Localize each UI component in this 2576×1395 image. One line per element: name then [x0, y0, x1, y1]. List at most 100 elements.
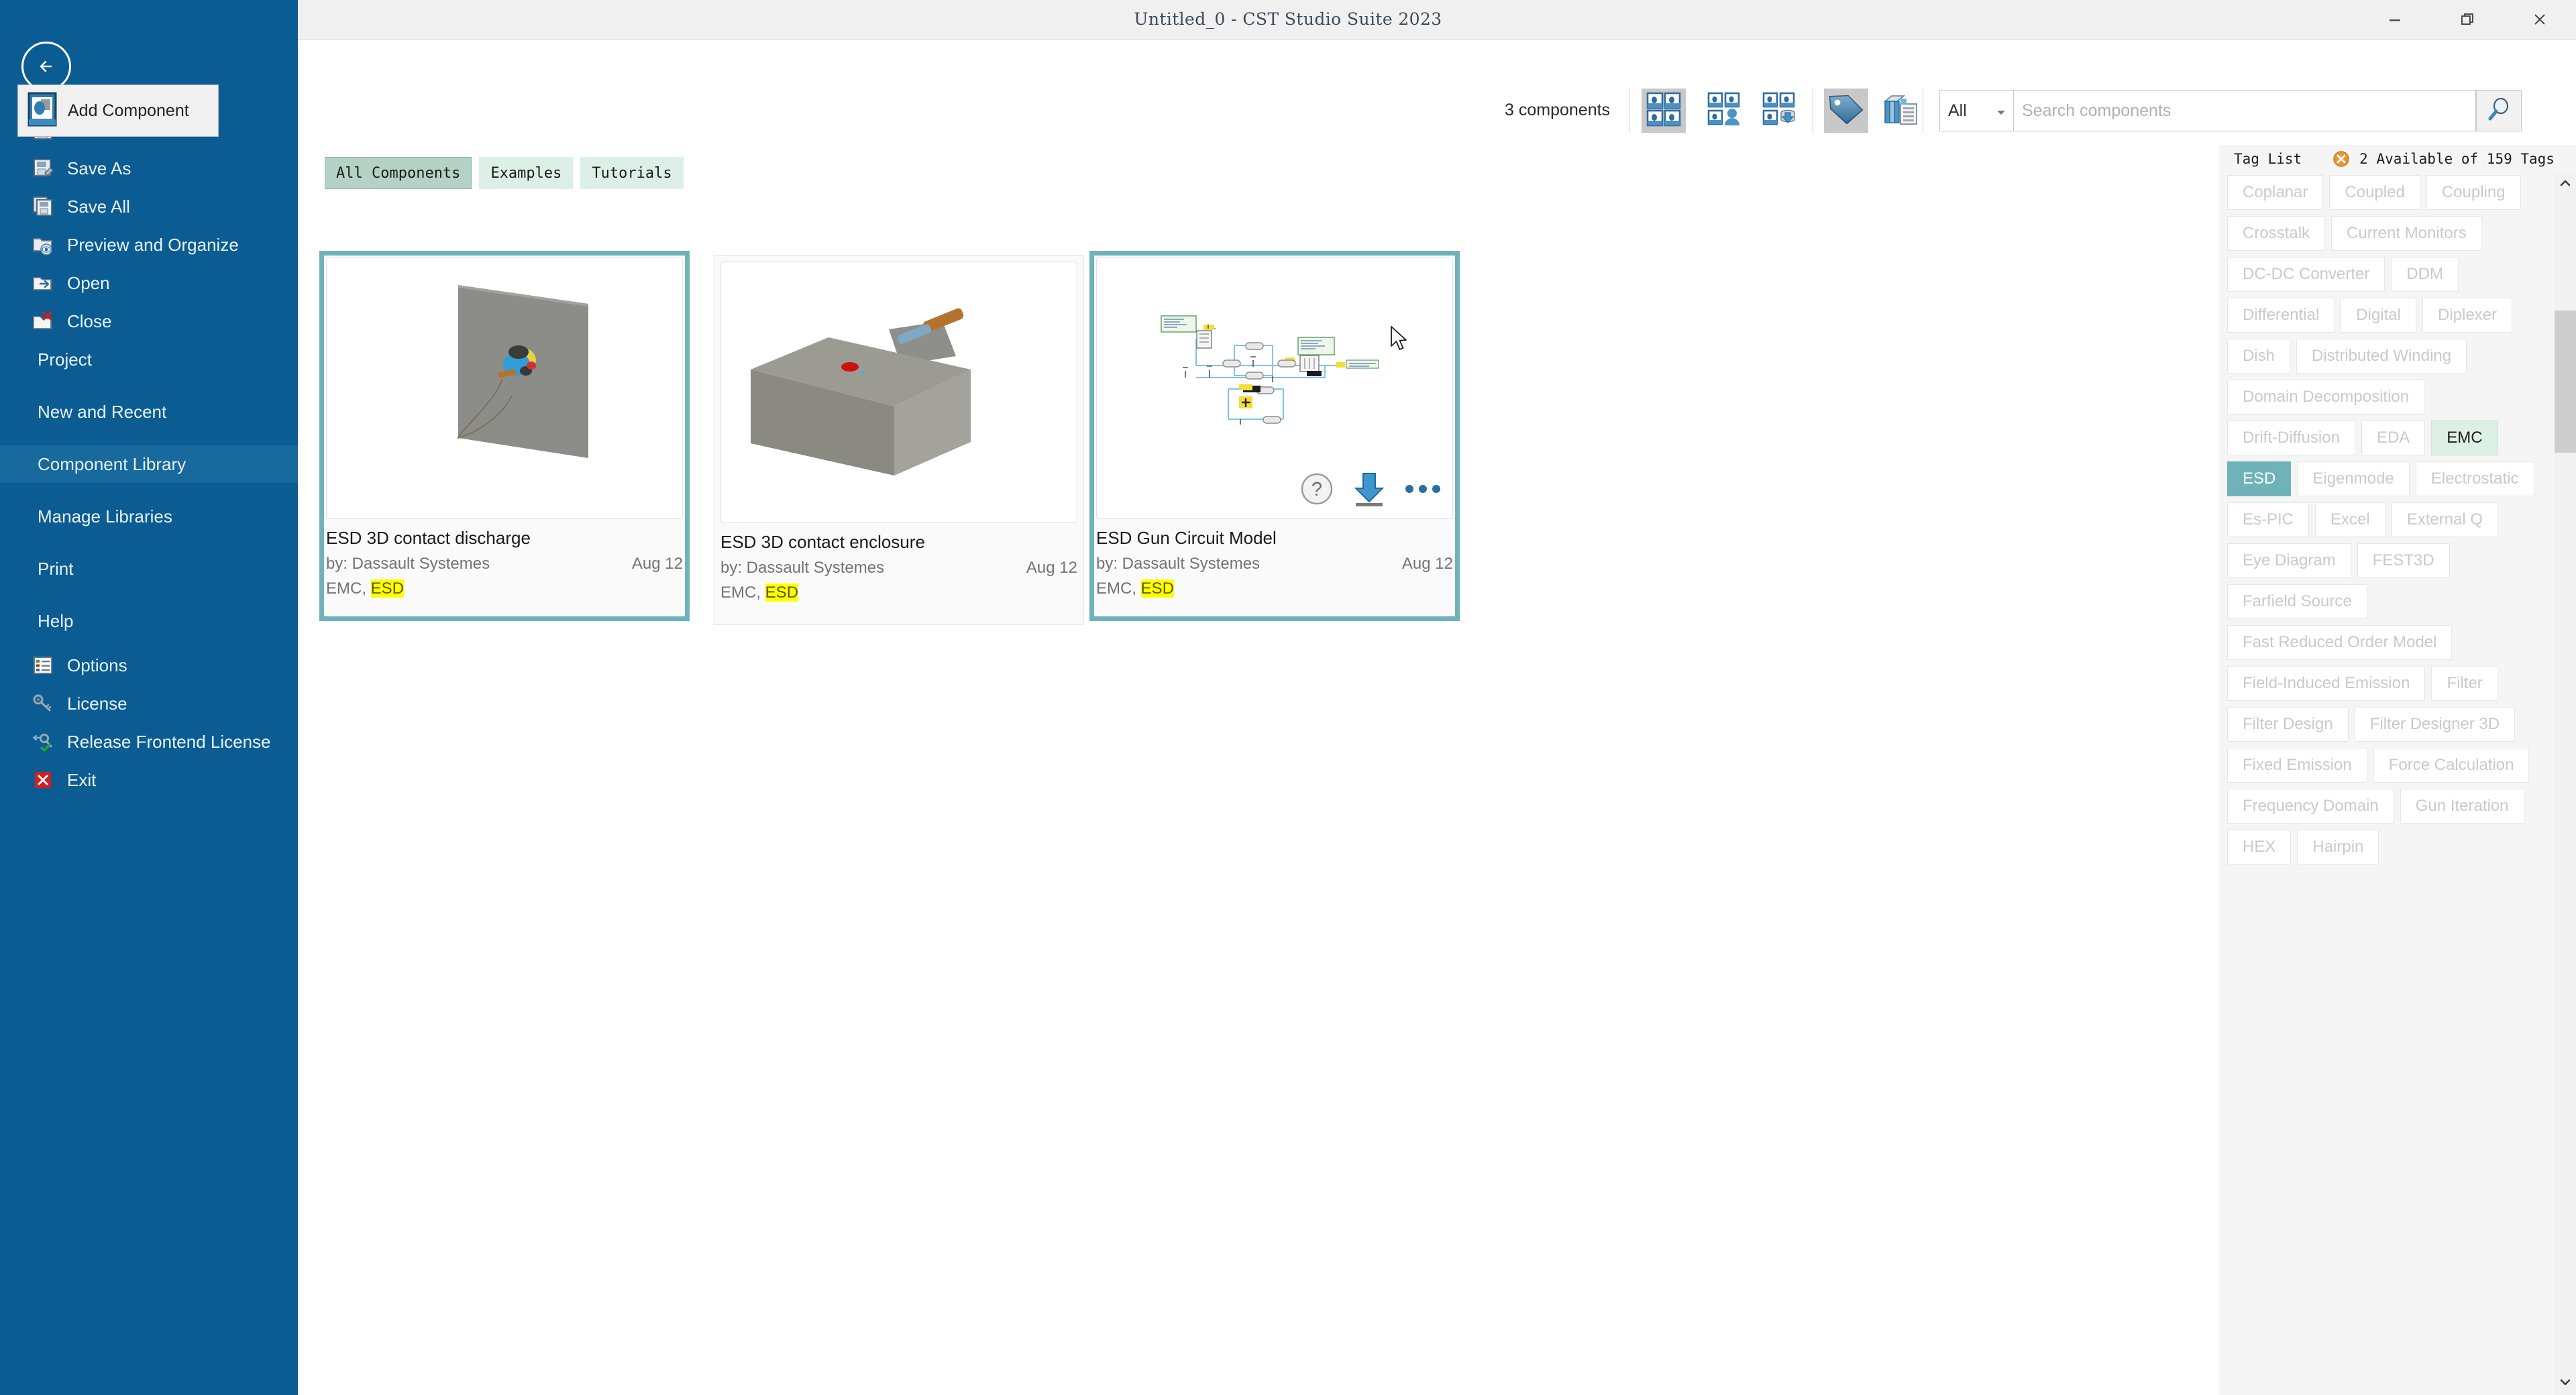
tag-button[interactable]: ESD — [2227, 461, 2291, 496]
sidebar-item-exit[interactable]: Exit — [0, 761, 298, 799]
scroll-down-button[interactable] — [2555, 1372, 2576, 1395]
tab-examples[interactable]: Examples — [479, 157, 573, 189]
more-button[interactable] — [1404, 483, 1442, 498]
component-card-author: by: Dassault Systemes — [326, 555, 490, 573]
tag-button: Eye Diagram — [2227, 543, 2351, 578]
view-grid-button[interactable] — [1642, 89, 1686, 133]
scrollbar-thumb[interactable] — [2555, 311, 2576, 453]
sidebar-item-save-as[interactable]: Save As — [0, 150, 298, 187]
key-release-icon — [28, 730, 58, 754]
sidebar-item-options[interactable]: Options — [0, 647, 298, 684]
component-card-tag-highlight: ESD — [1141, 579, 1174, 598]
component-card-title: ESD Gun Circuit Model — [1096, 528, 1453, 549]
component-card-tag-prefix: EMC, — [720, 583, 765, 602]
tab-all-components[interactable]: All Components — [325, 157, 472, 189]
tag-button: Hairpin — [2297, 830, 2379, 864]
component-card[interactable]: ESD 3D contact discharge by: Dassault Sy… — [319, 251, 690, 621]
sidebar-item-label: Manage Libraries — [38, 506, 172, 527]
component-card-tags: EMC, ESD — [1096, 579, 1453, 598]
view-downloaded-button[interactable] — [1758, 89, 1802, 133]
component-card-tags: EMC, ESD — [720, 583, 1077, 602]
chevron-down-icon — [2559, 1378, 2571, 1390]
sidebar-item-new-and-recent[interactable]: New and Recent — [0, 393, 298, 431]
title-bar: Untitled_0 - CST Studio Suite 2023 — [0, 0, 2576, 39]
esd-gun-circuit-schematic-thumbnail: ? — [1096, 258, 1453, 519]
download-button[interactable] — [1352, 471, 1387, 510]
tag-button[interactable]: EMC — [2431, 421, 2498, 455]
tag-button: Coupled — [2329, 175, 2420, 210]
chevron-up-icon — [2559, 178, 2571, 190]
search-button[interactable] — [2476, 90, 2522, 131]
tag-button: Domain Decomposition — [2227, 380, 2424, 414]
sidebar-item-save-all[interactable]: Save All — [0, 188, 298, 225]
tag-button: Crosstalk — [2227, 216, 2325, 251]
arrow-left-icon — [32, 52, 60, 80]
svg-text:?: ? — [1311, 479, 1322, 500]
tag-list: CoplanarCoupledCouplingCrosstalkCurrent … — [2219, 173, 2555, 864]
tag-button: Diplexer — [2422, 298, 2512, 333]
tag-button: Fixed Emission — [2227, 748, 2367, 783]
grid-view-icon — [1646, 91, 1682, 131]
sidebar-item-open[interactable]: Open — [0, 264, 298, 302]
tag-scrollbar[interactable] — [2555, 173, 2576, 1395]
filter-select-value: All — [1948, 101, 1967, 121]
sidebar-item-release-frontend-license[interactable]: Release Frontend License — [0, 723, 298, 761]
component-card-tag-highlight: ESD — [765, 583, 798, 602]
sidebar-item-preview-and-organize[interactable]: Preview and Organize — [0, 226, 298, 264]
tag-button: Dish — [2227, 339, 2290, 374]
component-card-author: by: Dassault Systemes — [1096, 555, 1260, 573]
tag-button: Distributed Winding — [2296, 339, 2467, 374]
sidebar-item-license[interactable]: License — [0, 685, 298, 722]
component-card-date: Aug 12 — [1026, 559, 1077, 577]
library-panel-toggle[interactable] — [1878, 89, 1923, 133]
clear-tags-icon[interactable] — [2332, 150, 2350, 168]
tag-button: Fast Reduced Order Model — [2227, 625, 2452, 660]
component-card[interactable]: ESD 3D contact enclosure by: Dassault Sy… — [714, 255, 1084, 625]
component-card[interactable]: ? ESD Gun Circuit M — [1089, 251, 1460, 621]
tag-button: Excel — [2315, 502, 2385, 537]
minimize-icon — [2386, 11, 2404, 28]
sidebar-item-help[interactable]: Help — [0, 602, 298, 640]
sidebar-item-label: Save As — [67, 158, 131, 179]
back-button[interactable] — [21, 42, 71, 91]
search-input[interactable] — [2021, 91, 2474, 131]
component-card-author: by: Dassault Systemes — [720, 559, 884, 577]
save-all-icon — [28, 194, 58, 219]
component-card-tags: EMC, ESD — [326, 579, 683, 598]
grid-download-icon — [1762, 91, 1798, 131]
filter-select[interactable]: All — [1939, 90, 2013, 131]
tag-list-title: Tag List — [2234, 151, 2302, 167]
sidebar-item-project[interactable]: Project — [0, 341, 298, 378]
minimize-button[interactable] — [2359, 0, 2431, 39]
grid-person-icon — [1707, 91, 1743, 131]
add-component-label: Add Component — [68, 101, 189, 121]
tag-button: Farfield Source — [2227, 584, 2367, 619]
library-books-icon — [1882, 92, 1919, 130]
tab-tutorials[interactable]: Tutorials — [580, 157, 683, 189]
component-card-tag-highlight: ESD — [371, 579, 404, 598]
sidebar-item-close[interactable]: Close — [0, 302, 298, 340]
sidebar-item-print[interactable]: Print — [0, 550, 298, 588]
tag-button: DC-DC Converter — [2227, 257, 2385, 292]
tag-panel-toggle[interactable] — [1824, 89, 1868, 133]
add-component-button[interactable]: Add Component — [17, 85, 219, 137]
view-by-author-button[interactable] — [1703, 89, 1747, 133]
maximize-button[interactable] — [2431, 0, 2504, 39]
scroll-up-button[interactable] — [2555, 173, 2576, 196]
magnifier-icon — [2485, 96, 2512, 126]
component-card-title: ESD 3D contact discharge — [326, 528, 683, 549]
sidebar-item-manage-libraries[interactable]: Manage Libraries — [0, 498, 298, 535]
esd-enclosure-box-thumbnail — [720, 262, 1077, 523]
sidebar-item-label: License — [67, 693, 127, 714]
add-component-icon — [26, 92, 58, 130]
sidebar-item-component-library[interactable]: Component Library — [0, 445, 298, 483]
component-card-meta: by: Dassault Systemes Aug 12 — [326, 555, 683, 573]
tag-count-label: 2 Available of 159 Tags — [2359, 151, 2555, 167]
save-as-icon — [28, 156, 58, 180]
search-box[interactable] — [2013, 90, 2476, 131]
close-button[interactable] — [2504, 0, 2576, 39]
tag-button: Field-Induced Emission — [2227, 666, 2425, 701]
tag-button: Electrostatic — [2416, 461, 2534, 496]
tag-button: Frequency Domain — [2227, 789, 2394, 824]
help-button[interactable]: ? — [1299, 471, 1334, 510]
